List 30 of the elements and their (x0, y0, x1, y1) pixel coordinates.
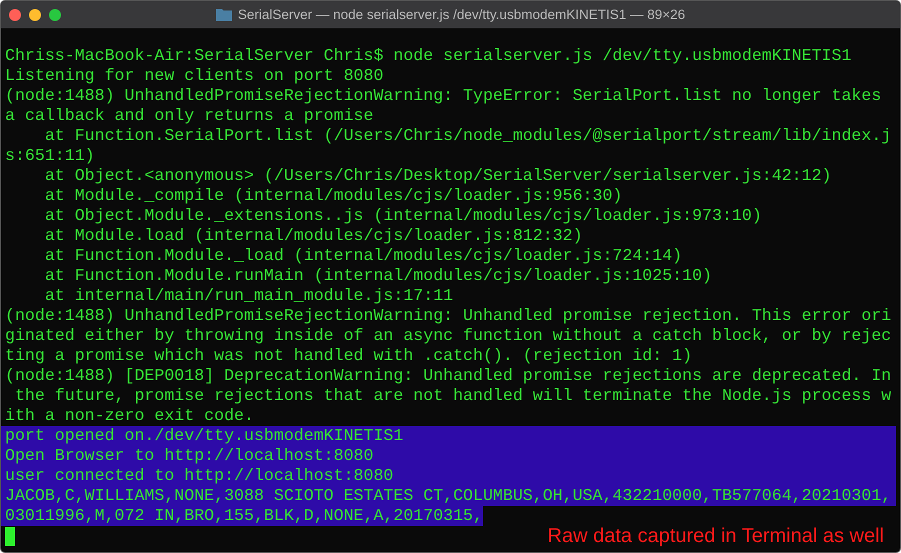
terminal-line: Open Browser to http://localhost:8080 (5, 446, 374, 466)
terminal-line: port opened on./dev/tty.usbmodemKINETIS1 (5, 426, 404, 446)
terminal-line: at Function.SerialPort.list (/Users/Chris/node_modules/@serialport/stream/lib/index.j (44, 126, 892, 146)
terminal-line: Chriss-MacBook-Air:SerialServer Chris$ node serialserver.js /dev/tty.usbmodemKINETIS1 (5, 46, 852, 66)
terminal-line: JACOB,C,WILLIAMS,NONE,3088 SCIOTO ESTATES CT,COLUMBUS,OH,USA,432210000,TB577064,20210301, (5, 486, 892, 506)
annotation-text: Raw data captured in Terminal as well (548, 526, 885, 546)
close-button[interactable] (9, 8, 21, 20)
terminal-line: user connected to http://localhost:8080 (5, 466, 394, 486)
terminal-line: at Module._compile (internal/modules/cjs/loader.js:956:30) (44, 186, 622, 206)
terminal-line: at Function.Module._load (internal/modules/cjs/loader.js:724:14) (44, 246, 682, 266)
terminal-line: ginated either by throwing inside of an async function without a catch block, or by rejec (5, 326, 892, 346)
terminal-line: (node:1488) UnhandledPromiseRejectionWarning: Unhandled promise rejection. This error ori (5, 306, 892, 326)
text-cursor (5, 526, 15, 546)
terminal-line: (node:1488) UnhandledPromiseRejectionWarning: TypeError: SerialPort.list no longer takes (5, 86, 882, 106)
terminal-line: the future, promise rejections that are not handled will terminate the Node.js process w (14, 386, 892, 406)
window-title: SerialServer — node serialserver.js /dev/tty.usbmodemKINETIS1 — 89×26 (238, 7, 686, 22)
terminal-line: at internal/main/run_main_module.js:17:11 (44, 286, 454, 306)
minimize-button[interactable] (29, 8, 41, 20)
terminal-line: (node:1488) [DEP0018] DeprecationWarning: Unhandled promise rejections are deprecated. In (5, 366, 892, 386)
folder-icon (216, 8, 232, 21)
zoom-button[interactable] (49, 8, 61, 20)
terminal-line: at Object.Module._extensions..js (internal/modules/cjs/loader.js:973:10) (44, 206, 762, 226)
terminal-line: ting a promise which was not handled with .catch(). (rejection id: 1) (5, 346, 692, 366)
terminal-line: at Object.<anonymous> (/Users/Chris/Desktop/SerialServer/serialserver.js:42:12) (44, 166, 832, 186)
terminal-line: s:651:11) (5, 146, 95, 166)
terminal-line: a callback and only returns a promise (5, 106, 374, 126)
terminal-line: Listening for new clients on port 8080 (5, 66, 384, 86)
terminal-line: ith a non-zero exit code. (5, 406, 254, 426)
terminal-line: at Module.load (internal/modules/cjs/loader.js:812:32) (44, 226, 583, 246)
terminal-line: at Function.Module.runMain (internal/modules/cjs/loader.js:1025:10) (44, 266, 712, 286)
